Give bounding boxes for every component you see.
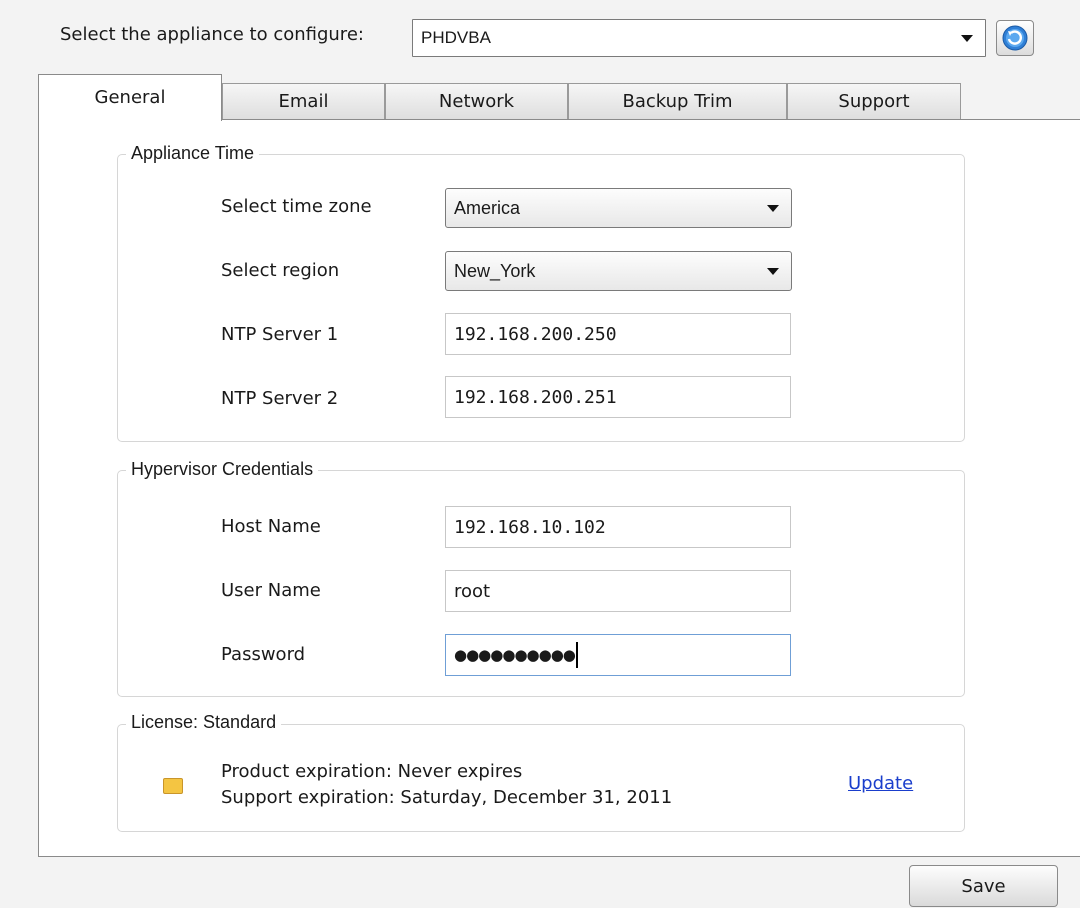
tab-support[interactable]: Support bbox=[787, 83, 961, 119]
product-expiration: Product expiration: Never expires bbox=[221, 761, 523, 782]
ntp2-label: NTP Server 2 bbox=[221, 388, 339, 409]
region-label: Select region bbox=[221, 260, 340, 281]
license-key-icon bbox=[163, 778, 183, 794]
tab-general[interactable]: General bbox=[38, 74, 222, 121]
update-link[interactable]: Update bbox=[848, 773, 913, 794]
ntp1-label: NTP Server 1 bbox=[221, 324, 339, 345]
license-title: License: Standard bbox=[126, 712, 282, 733]
host-name-input[interactable]: 192.168.10.102 bbox=[445, 506, 791, 548]
user-name-input[interactable]: root bbox=[445, 570, 791, 612]
timezone-select[interactable]: America bbox=[445, 188, 792, 228]
ntp2-input[interactable]: 192.168.200.251 bbox=[445, 376, 791, 418]
tab-label: Network bbox=[438, 91, 515, 112]
refresh-icon bbox=[1002, 25, 1028, 51]
appliance-time-title: Appliance Time bbox=[126, 143, 260, 164]
hypervisor-credentials-title: Hypervisor Credentials bbox=[126, 459, 319, 480]
chevron-down-icon bbox=[767, 204, 779, 212]
appliance-select[interactable]: PHDVBA bbox=[412, 19, 986, 57]
user-name-label: User Name bbox=[221, 580, 321, 601]
region-select[interactable]: New_York bbox=[445, 251, 792, 291]
tab-label: General bbox=[94, 87, 166, 108]
refresh-button[interactable] bbox=[996, 20, 1034, 56]
tab-label: Email bbox=[278, 91, 329, 112]
chevron-down-icon bbox=[961, 34, 973, 42]
appliance-select-label: Select the appliance to configure: bbox=[60, 24, 364, 45]
tab-network[interactable]: Network bbox=[385, 83, 568, 119]
text-caret bbox=[575, 642, 578, 668]
support-expiration: Support expiration: Saturday, December 3… bbox=[221, 787, 673, 808]
appliance-select-value: PHDVBA bbox=[421, 28, 491, 47]
region-value: New_York bbox=[454, 260, 536, 281]
host-name-label: Host Name bbox=[221, 516, 321, 537]
tab-backup-trim[interactable]: Backup Trim bbox=[568, 83, 787, 119]
tab-label: Backup Trim bbox=[622, 91, 733, 112]
tab-label: Support bbox=[838, 91, 910, 112]
chevron-down-icon bbox=[767, 267, 779, 275]
password-masked-value: ●●●●●●●●●● bbox=[454, 646, 576, 664]
password-label: Password bbox=[221, 644, 306, 665]
timezone-value: America bbox=[454, 197, 521, 218]
tab-email[interactable]: Email bbox=[222, 83, 385, 119]
timezone-label: Select time zone bbox=[221, 196, 372, 217]
password-input[interactable]: ●●●●●●●●●● bbox=[445, 634, 791, 676]
ntp1-input[interactable]: 192.168.200.250 bbox=[445, 313, 791, 355]
save-button[interactable]: Save bbox=[909, 865, 1058, 907]
